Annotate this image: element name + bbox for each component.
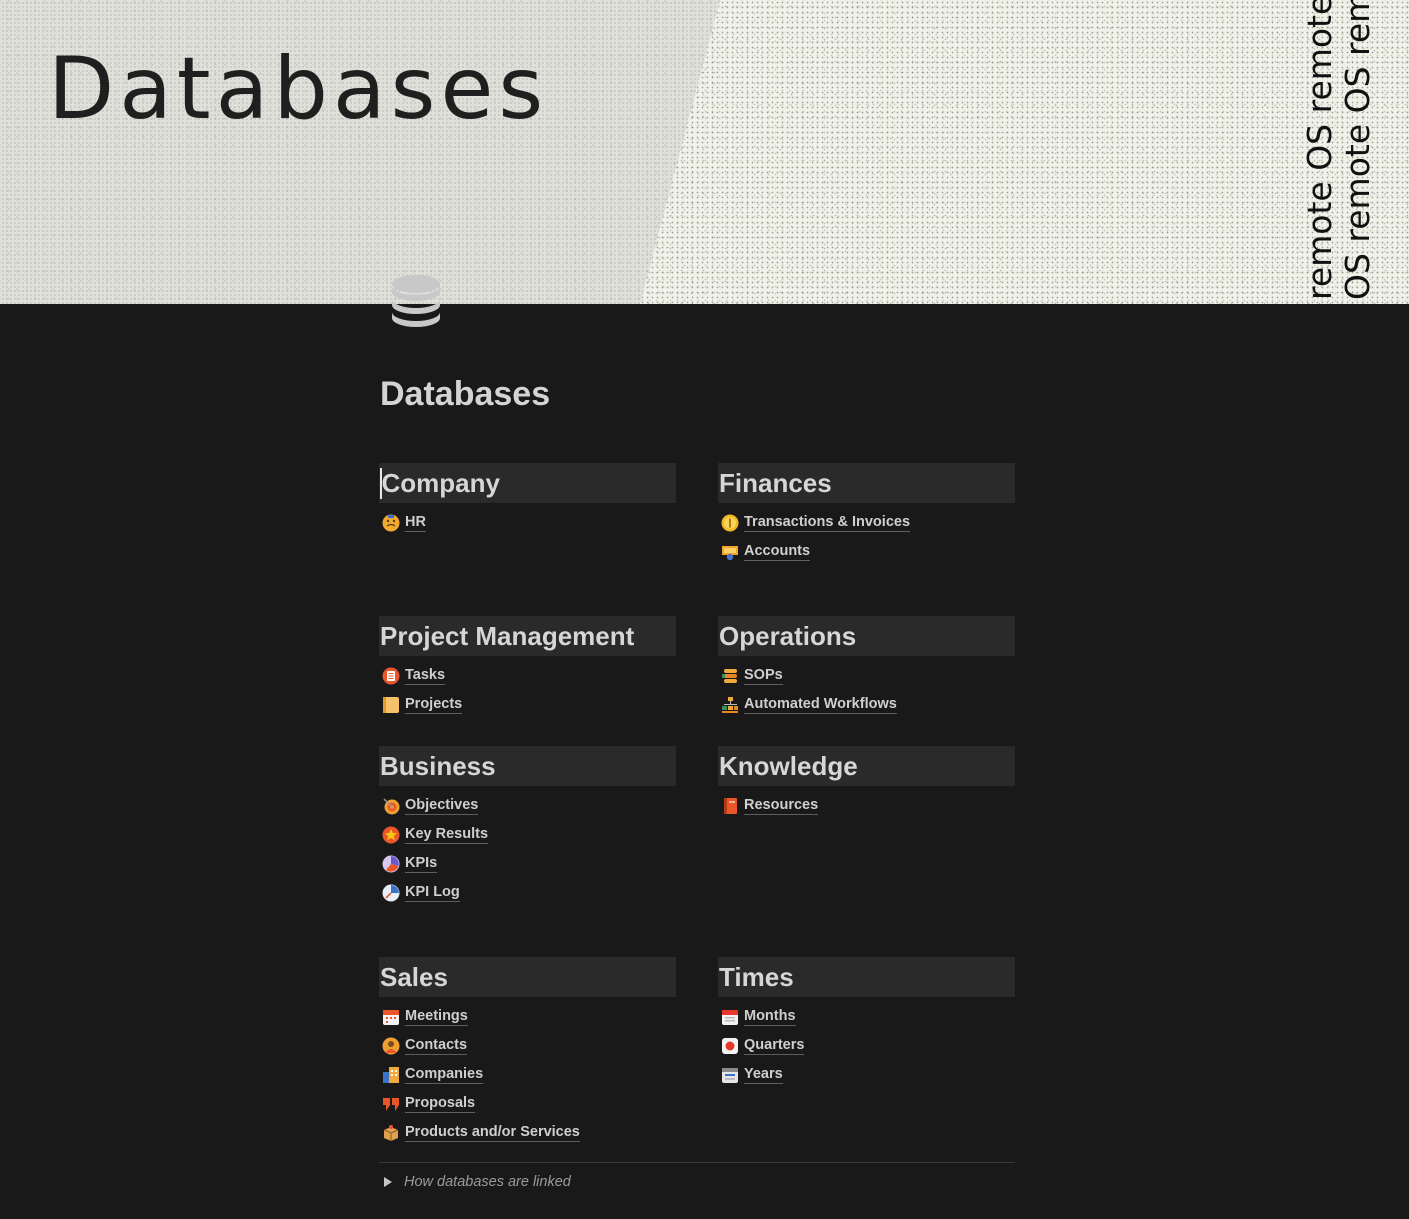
section-finances: Finances Transactions & Invoices Account…	[718, 463, 1015, 566]
toggle-arrow-icon[interactable]	[384, 1177, 392, 1187]
database-link-label: HR	[405, 513, 426, 532]
section-header[interactable]: Sales	[379, 957, 676, 997]
section-title: Times	[719, 961, 794, 992]
calendar-year-emoji-icon	[720, 1065, 739, 1084]
database-icon[interactable]	[390, 272, 442, 330]
section-header[interactable]: Finances	[718, 463, 1015, 503]
section-title: Operations	[719, 620, 857, 651]
database-link-automated-workflows[interactable]: Automated Workflows	[718, 690, 1015, 719]
database-link-label: KPIs	[405, 854, 438, 873]
database-link-label: Automated Workflows	[744, 695, 897, 714]
building-emoji-icon	[381, 1065, 400, 1084]
section-header[interactable]: Company	[379, 463, 676, 503]
database-link-label: Companies	[405, 1065, 484, 1084]
database-link-proposals[interactable]: Proposals	[379, 1089, 676, 1118]
database-link-kpis[interactable]: KPIs	[379, 849, 676, 878]
database-link-resources[interactable]: Resources	[718, 791, 1015, 820]
calendar-month-emoji-icon	[720, 1007, 739, 1026]
toggle-block[interactable]: How databases are linked	[380, 1174, 571, 1190]
database-link-quarters[interactable]: Quarters	[718, 1031, 1015, 1060]
section-title: Sales	[380, 961, 448, 992]
section-title: Knowledge	[719, 750, 858, 781]
database-link-label: Accounts	[744, 542, 811, 561]
star-emoji-icon	[381, 825, 400, 844]
database-link-label: Contacts	[405, 1036, 468, 1055]
quote-emoji-icon	[381, 1094, 400, 1113]
section-header[interactable]: Operations	[718, 616, 1015, 656]
database-link-kpi-log[interactable]: KPI Log	[379, 878, 676, 907]
box-emoji-icon	[381, 1123, 400, 1142]
cover-title: Databases	[48, 39, 549, 139]
section-header[interactable]: Times	[718, 957, 1015, 997]
database-link-contacts[interactable]: Contacts	[379, 1031, 676, 1060]
section-title: Business	[380, 750, 496, 781]
section-header[interactable]: Business	[379, 746, 676, 786]
contacts-emoji-icon	[381, 1036, 400, 1055]
record-emoji-icon	[720, 1036, 739, 1055]
coin-emoji-icon	[720, 513, 739, 532]
bank-emoji-icon	[720, 542, 739, 561]
database-link-label: Resources	[744, 796, 819, 815]
database-link-years[interactable]: Years	[718, 1060, 1015, 1089]
database-link-objectives[interactable]: Objectives	[379, 791, 676, 820]
section-header[interactable]: Project Management	[379, 616, 676, 656]
page-title[interactable]: Databases	[380, 374, 550, 414]
cover-vertical-text: remote OS remote OS remote OS	[1302, 0, 1338, 300]
section-business: Business Objectives Key Results KPIs KPI…	[379, 746, 676, 907]
section-sales: Sales Meetings Contacts Companies Propos…	[379, 957, 676, 1147]
database-link-label: Months	[744, 1007, 796, 1026]
database-link-label: Objectives	[405, 796, 479, 815]
toggle-label: How databases are linked	[404, 1174, 571, 1190]
section-knowledge: Knowledge Resources	[718, 746, 1015, 820]
database-link-label: Transactions & Invoices	[744, 513, 911, 532]
calendar-emoji-icon	[381, 1007, 400, 1026]
database-link-label: Key Results	[405, 825, 489, 844]
database-link-label: Meetings	[405, 1007, 468, 1026]
database-link-label: KPI Log	[405, 883, 460, 902]
workflow-emoji-icon	[720, 695, 739, 714]
section-operations: Operations SOPs Automated Workflows	[718, 616, 1015, 719]
database-link-key-results[interactable]: Key Results	[379, 820, 676, 849]
section-title: Project Management	[380, 620, 635, 651]
database-link-hr[interactable]: HR	[379, 508, 676, 537]
section-title: Company	[381, 467, 500, 498]
database-link-label: Years	[744, 1065, 783, 1084]
database-link-label: Tasks	[405, 666, 446, 685]
stack-emoji-icon	[720, 666, 739, 685]
cover-vertical-text: OS remote OS remote OS remote	[1340, 0, 1376, 300]
database-link-label: Proposals	[405, 1094, 476, 1113]
database-link-sops[interactable]: SOPs	[718, 661, 1015, 690]
section-title: Finances	[719, 467, 832, 498]
tasks-emoji-icon	[381, 666, 400, 685]
database-link-tasks[interactable]: Tasks	[379, 661, 676, 690]
section-company: Company HR	[379, 463, 676, 537]
database-link-products[interactable]: Products and/or Services	[379, 1118, 676, 1147]
database-link-label: Projects	[405, 695, 463, 714]
database-link-label: Products and/or Services	[405, 1123, 580, 1142]
notebook-emoji-icon	[381, 695, 400, 714]
divider	[379, 1162, 1015, 1163]
database-link-meetings[interactable]: Meetings	[379, 1002, 676, 1031]
database-link-transactions[interactable]: Transactions & Invoices	[718, 508, 1015, 537]
section-header[interactable]: Knowledge	[718, 746, 1015, 786]
target-emoji-icon	[381, 796, 400, 815]
section-times: Times Months Quarters Years	[718, 957, 1015, 1089]
section-project-management: Project Management Tasks Projects	[379, 616, 676, 719]
hr-emoji-icon	[381, 513, 400, 532]
cover-image[interactable]: Databases remote OS remote OS remote OS …	[0, 0, 1409, 304]
chart-emoji-icon	[381, 854, 400, 873]
database-link-projects[interactable]: Projects	[379, 690, 676, 719]
database-link-companies[interactable]: Companies	[379, 1060, 676, 1089]
database-link-months[interactable]: Months	[718, 1002, 1015, 1031]
gauge-emoji-icon	[381, 883, 400, 902]
book-emoji-icon	[720, 796, 739, 815]
database-link-accounts[interactable]: Accounts	[718, 537, 1015, 566]
database-link-label: Quarters	[744, 1036, 805, 1055]
database-link-label: SOPs	[744, 666, 783, 685]
